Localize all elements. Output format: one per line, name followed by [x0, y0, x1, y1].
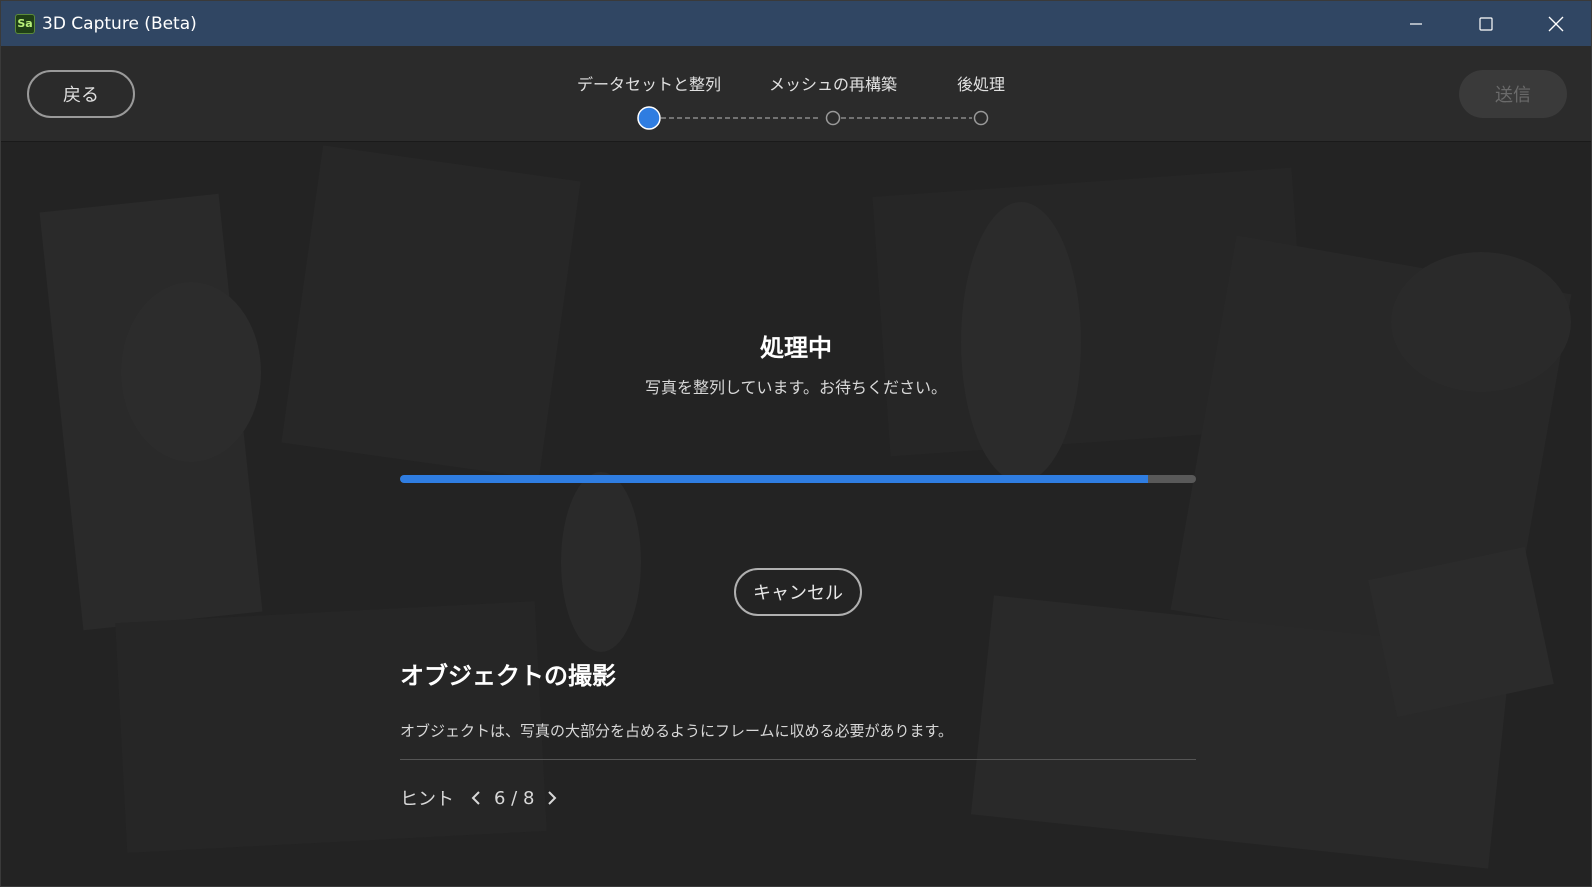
step-label-postprocess[interactable]: 後処理 — [957, 71, 1005, 95]
close-button[interactable] — [1521, 1, 1591, 46]
progress-bar — [400, 475, 1196, 483]
step-1-indicator — [637, 106, 661, 130]
step-label-mesh[interactable]: メッシュの再構築 — [769, 71, 897, 95]
window-title: 3D Capture (Beta) — [42, 13, 197, 34]
close-icon — [1548, 16, 1564, 31]
cancel-button[interactable]: キャンセル — [734, 568, 862, 616]
send-button[interactable]: 送信 — [1459, 70, 1567, 118]
processing-subtitle: 写真を整列しています。お待ちください。 — [645, 378, 947, 397]
step-label-dataset[interactable]: データセットと整列 — [577, 71, 721, 95]
app-window: Sa 3D Capture (Beta) 戻る データセットと整列 メッシュの再… — [0, 0, 1592, 887]
hint-label: ヒント — [400, 789, 454, 810]
title-bar[interactable]: Sa 3D Capture (Beta) — [1, 1, 1591, 46]
processing-title: 処理中 — [760, 334, 832, 362]
chevron-right-icon — [548, 791, 557, 805]
minimize-icon — [1410, 22, 1422, 25]
background-image — [1, 142, 1591, 886]
processing-panel: 処理中 写真を整列しています。お待ちください。 キャンセル オブジェクトの撮影 … — [1, 142, 1591, 886]
window-controls — [1381, 1, 1591, 46]
hint-count: 6 / 8 — [494, 787, 535, 809]
tip-title: オブジェクトの撮影 — [400, 662, 616, 690]
hint-navigator: ヒント 6 / 8 — [400, 785, 562, 811]
maximize-icon — [1479, 16, 1493, 31]
hint-next-button[interactable] — [542, 785, 562, 811]
step-3-indicator — [973, 110, 989, 126]
tip-body: オブジェクトは、写真の大部分を占めるようにフレームに収める必要があります。 — [400, 722, 954, 740]
step-header: 戻る データセットと整列 メッシュの再構築 後処理 送信 — [1, 46, 1591, 142]
chevron-left-icon — [471, 791, 480, 805]
progress-bar-fill — [400, 475, 1149, 483]
app-logo-icon: Sa — [15, 13, 35, 34]
minimize-button[interactable] — [1381, 1, 1451, 46]
tip-divider — [400, 759, 1196, 760]
step-2-indicator — [825, 110, 841, 126]
maximize-button[interactable] — [1451, 1, 1521, 46]
hint-prev-button[interactable] — [466, 785, 486, 811]
